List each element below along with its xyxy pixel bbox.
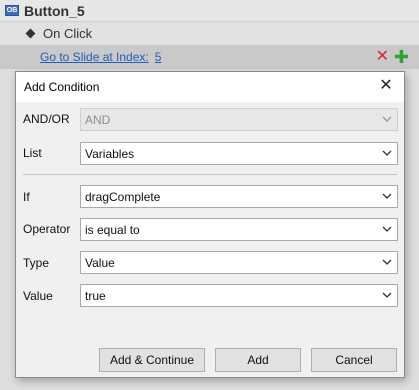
object-icon: OB <box>5 5 19 16</box>
value-select[interactable]: true <box>80 284 398 307</box>
if-select[interactable]: dragComplete <box>80 185 398 208</box>
action-value-link[interactable]: 5 <box>155 50 162 64</box>
add-condition-dialog: Add Condition ✕ AND/OR AND List Variable… <box>15 71 405 378</box>
dialog-title: Add Condition <box>24 80 100 94</box>
list-value: Variables <box>85 146 135 161</box>
and-or-label: AND/OR <box>23 112 70 126</box>
close-icon[interactable]: ✕ <box>378 78 394 94</box>
object-row[interactable]: OB Button_5 <box>0 0 419 22</box>
if-value: dragComplete <box>85 189 161 204</box>
cancel-button[interactable]: Cancel <box>311 348 397 372</box>
chevron-down-icon <box>381 256 393 268</box>
add-button[interactable]: Add <box>215 348 301 372</box>
if-label: If <box>23 190 30 204</box>
action-row[interactable]: Go to Slide at Index: 5 ✕ ✚ <box>0 45 419 69</box>
add-icon[interactable]: ✚ <box>394 48 409 66</box>
value-value: true <box>85 288 106 303</box>
operator-label: Operator <box>23 222 71 236</box>
and-or-value: AND <box>85 112 111 127</box>
operator-select[interactable]: is equal to <box>80 218 398 241</box>
chevron-down-icon <box>381 223 393 235</box>
value-label: Value <box>23 289 53 303</box>
section-divider <box>23 174 397 175</box>
type-label: Type <box>23 256 50 270</box>
dialog-titlebar: Add Condition ✕ <box>16 72 404 102</box>
chevron-down-icon <box>381 190 393 202</box>
action-link[interactable]: Go to Slide at Index: <box>40 50 149 64</box>
delete-icon[interactable]: ✕ <box>376 49 389 65</box>
add-continue-button[interactable]: Add & Continue <box>99 348 205 372</box>
and-or-select: AND <box>80 108 398 131</box>
operator-value: is equal to <box>85 222 140 237</box>
list-select[interactable]: Variables <box>80 142 398 165</box>
diamond-icon <box>25 28 36 39</box>
object-title: Button_5 <box>24 2 85 19</box>
chevron-down-icon <box>381 289 393 301</box>
trigger-label: On Click <box>43 26 93 41</box>
type-value: Value <box>85 255 115 270</box>
trigger-row[interactable]: On Click <box>0 23 419 44</box>
chevron-down-icon <box>381 113 393 125</box>
list-label: List <box>23 146 42 160</box>
type-select[interactable]: Value <box>80 251 398 274</box>
chevron-down-icon <box>381 147 393 159</box>
